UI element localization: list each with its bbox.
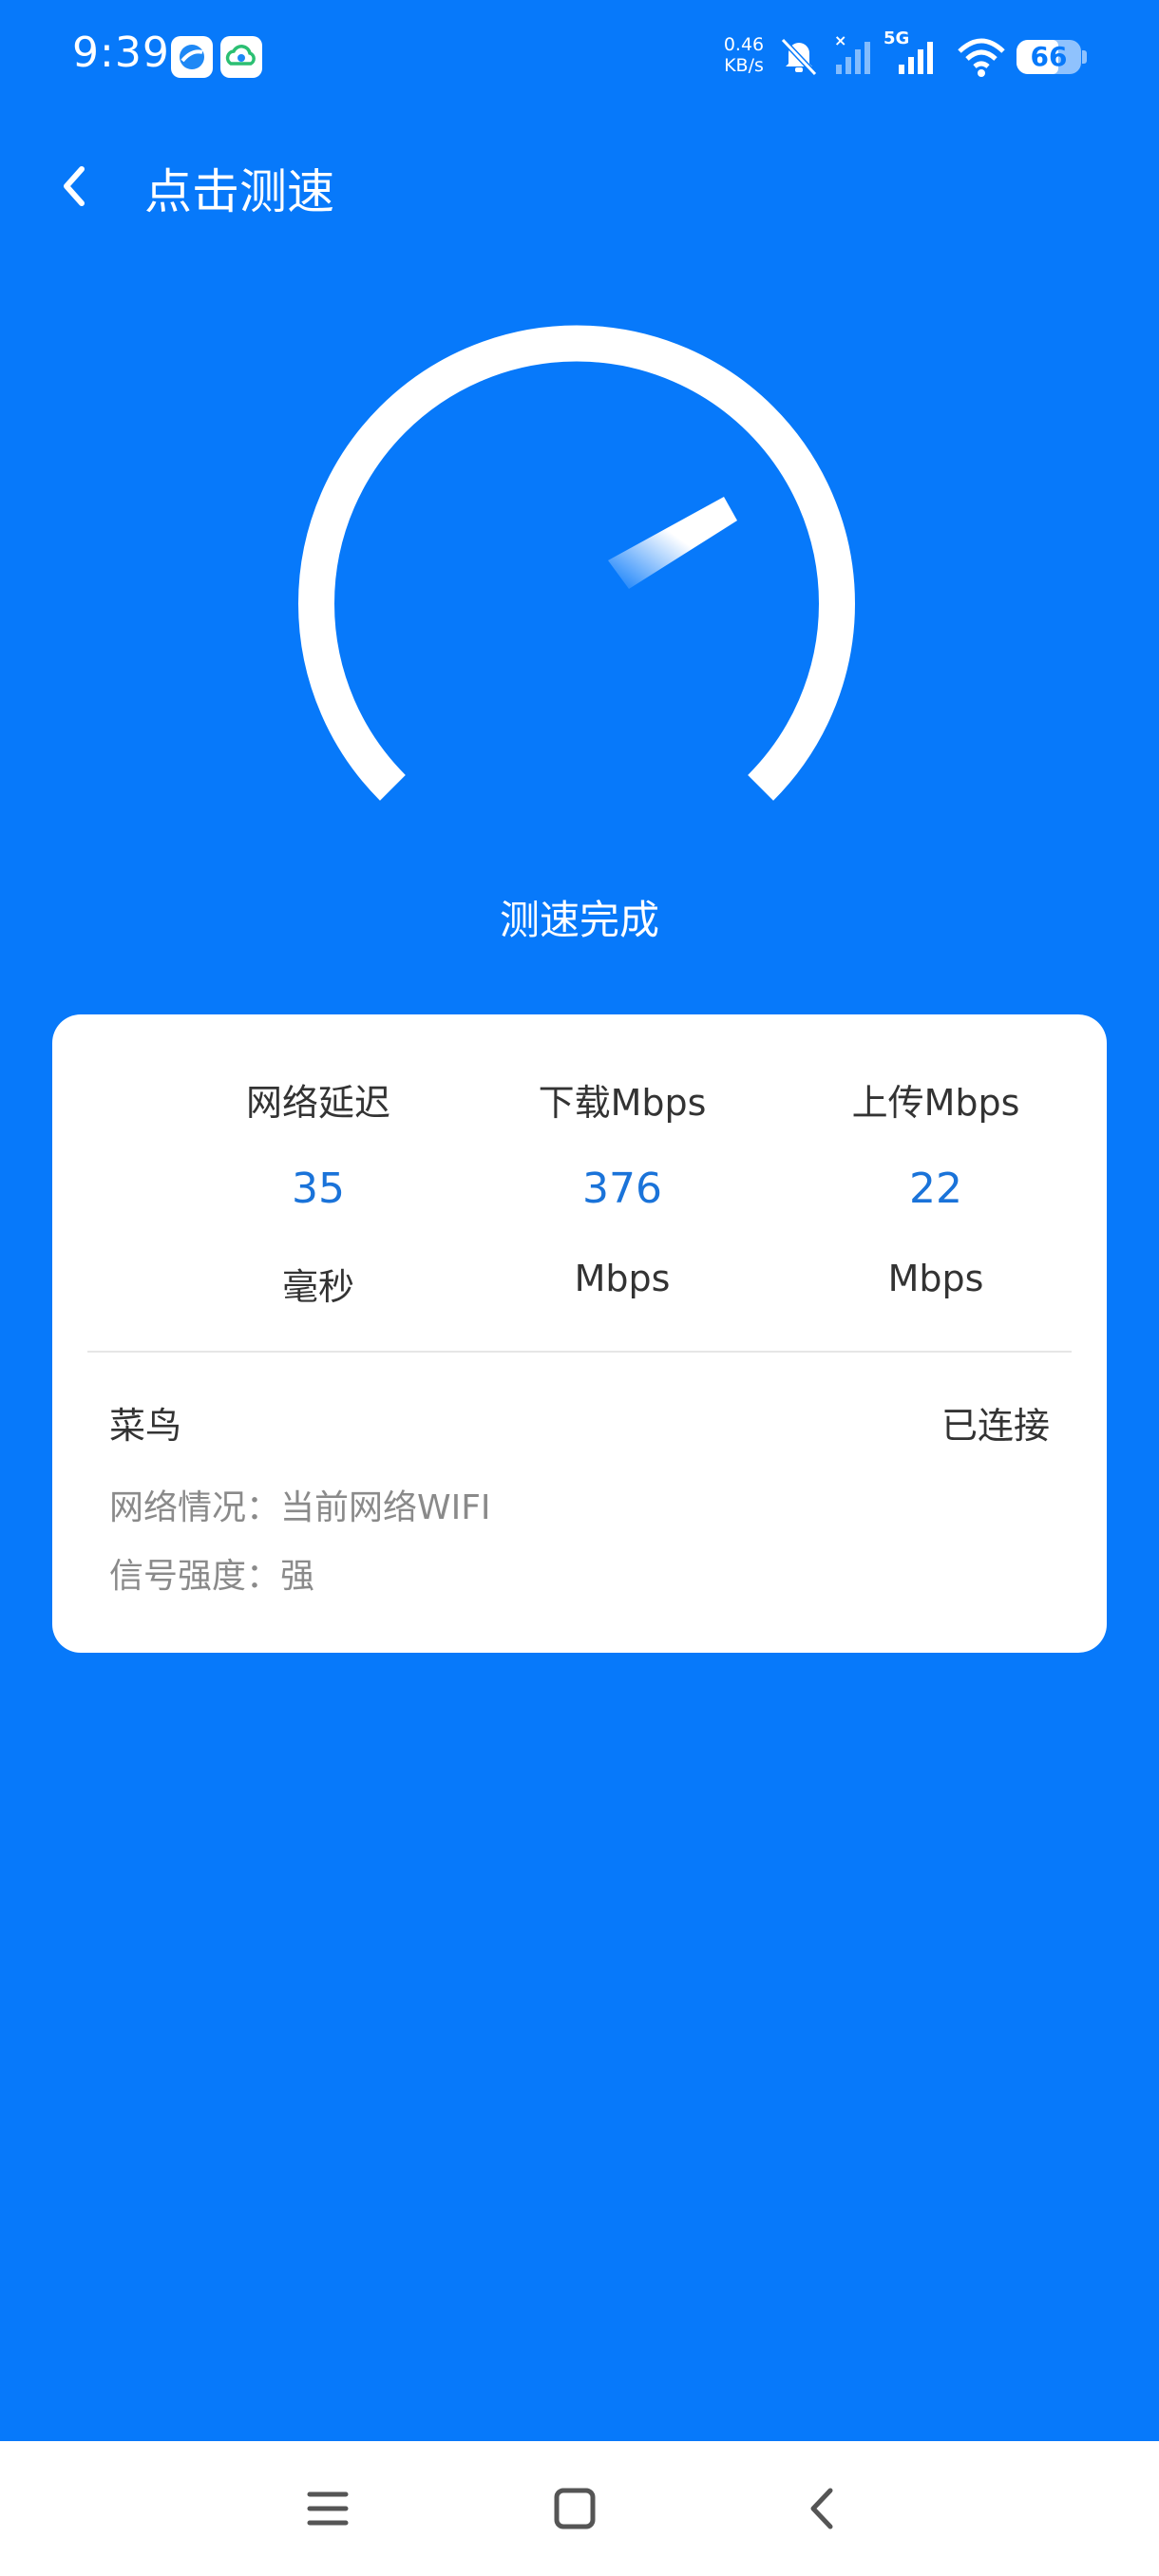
- signal-sim1-icon: ×: [834, 32, 870, 74]
- net-speed-readout: 0.46 KB/s: [720, 34, 768, 76]
- battery-tip: [1082, 50, 1087, 64]
- wifi-icon: [958, 38, 1005, 77]
- battery-icon: 66: [1016, 40, 1087, 74]
- metric-unit: 毫秒: [281, 1266, 354, 1308]
- browser-app-icon: [171, 36, 213, 78]
- metric-value: 376: [582, 1165, 662, 1213]
- menu-icon: [307, 2491, 349, 2526]
- net-speed-unit: KB/s: [724, 55, 764, 76]
- card-divider: [87, 1351, 1072, 1353]
- home-button[interactable]: [543, 2477, 606, 2540]
- status-bar: 9:39 0.46 KB/s × 5G 66: [0, 0, 1159, 114]
- network-name: 菜鸟: [109, 1405, 182, 1447]
- svg-text:×: ×: [834, 32, 846, 49]
- speed-gauge: [298, 325, 855, 801]
- metric-label: 下载Mbps: [538, 1082, 707, 1124]
- signal-strength: 信号强度：强: [109, 1557, 315, 1596]
- metric-label: 上传Mbps: [851, 1082, 1020, 1124]
- recent-apps-button[interactable]: [296, 2477, 359, 2540]
- metric-unit: Mbps: [574, 1258, 671, 1299]
- page-title: 点击测速: [144, 164, 334, 219]
- metric-value: 22: [909, 1165, 962, 1213]
- metric-unit: Mbps: [887, 1258, 984, 1299]
- connection-status: 已连接: [940, 1405, 1050, 1447]
- nav-back-button[interactable]: [792, 2477, 855, 2540]
- gauge-arc: [298, 325, 855, 801]
- system-nav-bar: [0, 2441, 1159, 2576]
- battery-level: 66: [1030, 41, 1068, 72]
- metric-value: 35: [292, 1165, 345, 1213]
- home-icon: [554, 2488, 596, 2529]
- result-card: 网络延迟 35 毫秒 下载Mbps 376 Mbps 上传Mbps 22 Mbp…: [52, 1014, 1107, 1653]
- gauge-needle: [608, 497, 737, 589]
- network-condition: 网络情况：当前网络WIFI: [109, 1488, 491, 1527]
- test-status: 测速完成: [499, 897, 659, 943]
- chevron-left-icon: [64, 166, 85, 206]
- mute-icon: [780, 37, 818, 77]
- status-time: 9:39: [72, 28, 170, 77]
- metric-label: 网络延迟: [245, 1082, 390, 1124]
- cloud-app-icon: [220, 36, 262, 78]
- back-button[interactable]: [48, 158, 104, 215]
- back-icon: [810, 2488, 833, 2529]
- signal-sim2-icon: [899, 42, 933, 74]
- net-speed-value: 0.46: [723, 34, 765, 55]
